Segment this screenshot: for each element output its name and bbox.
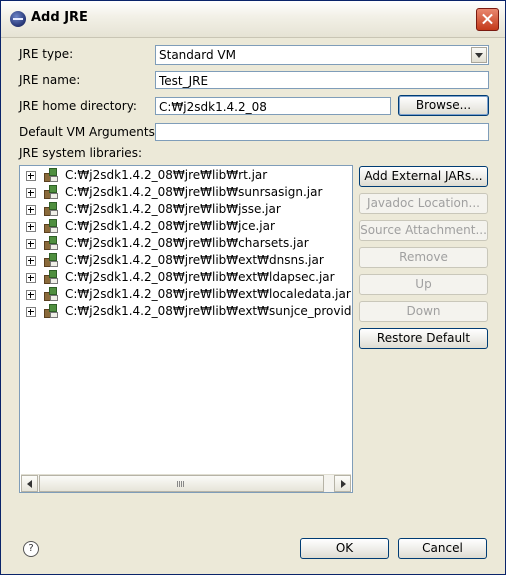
tree-expander-plus-icon[interactable] bbox=[26, 222, 36, 232]
library-path: C:₩j2sdk1.4.2_08₩jre₩lib₩rt.jar bbox=[65, 168, 268, 182]
cancel-button[interactable]: Cancel bbox=[398, 538, 487, 559]
javadoc-location-button[interactable]: Javadoc Location... bbox=[359, 193, 488, 214]
jar-library-icon bbox=[44, 185, 58, 199]
jar-library-icon bbox=[44, 253, 58, 267]
jar-library-icon bbox=[44, 168, 58, 182]
libraries-label: JRE system libraries: bbox=[19, 146, 142, 160]
source-attachment-button[interactable]: Source Attachment... bbox=[359, 220, 488, 241]
vm-args-label: Default VM Arguments: bbox=[19, 125, 159, 139]
library-path: C:₩j2sdk1.4.2_08₩jre₩lib₩jce.jar bbox=[65, 219, 275, 233]
jre-home-input[interactable]: C:₩j2sdk1.4.2_08 bbox=[155, 97, 391, 115]
jar-library-icon bbox=[44, 202, 58, 216]
jar-library-icon bbox=[44, 270, 58, 284]
tree-expander-plus-icon[interactable] bbox=[26, 188, 36, 198]
tree-expander-plus-icon[interactable] bbox=[26, 307, 36, 317]
remove-button[interactable]: Remove bbox=[359, 247, 488, 268]
tree-expander-plus-icon[interactable] bbox=[26, 273, 36, 283]
library-path: C:₩j2sdk1.4.2_08₩jre₩lib₩sunrsasign.jar bbox=[65, 185, 323, 199]
vm-args-input[interactable] bbox=[155, 123, 489, 141]
horizontal-scrollbar[interactable] bbox=[21, 474, 351, 492]
jre-type-value: Standard VM bbox=[159, 48, 236, 62]
ok-button[interactable]: OK bbox=[300, 538, 389, 559]
add-external-jars-button[interactable]: Add External JARs... bbox=[359, 166, 488, 187]
scroll-left-icon[interactable] bbox=[21, 475, 38, 492]
library-path: C:₩j2sdk1.4.2_08₩jre₩lib₩ext₩ldapsec.jar bbox=[65, 270, 335, 284]
up-button[interactable]: Up bbox=[359, 274, 488, 295]
tree-expander-plus-icon[interactable] bbox=[26, 256, 36, 266]
jre-name-label: JRE name: bbox=[19, 73, 81, 87]
close-button[interactable] bbox=[476, 8, 499, 31]
jre-type-label: JRE type: bbox=[19, 47, 74, 61]
jre-name-input[interactable]: Test_JRE bbox=[155, 71, 489, 89]
eclipse-icon bbox=[10, 11, 26, 27]
add-jre-dialog: Add JRE JRE type: Standard VM JRE name: … bbox=[0, 0, 506, 575]
tree-expander-plus-icon[interactable] bbox=[26, 171, 36, 181]
chevron-down-icon[interactable] bbox=[471, 47, 487, 63]
library-path: C:₩j2sdk1.4.2_08₩jre₩lib₩ext₩dnsns.jar bbox=[65, 253, 324, 267]
library-path: C:₩j2sdk1.4.2_08₩jre₩lib₩charsets.jar bbox=[65, 236, 309, 250]
jar-library-icon bbox=[44, 219, 58, 233]
browse-button[interactable]: Browse... bbox=[398, 95, 489, 116]
tree-expander-plus-icon[interactable] bbox=[26, 239, 36, 249]
dialog-title: Add JRE bbox=[31, 10, 88, 25]
tree-expander-plus-icon[interactable] bbox=[26, 205, 36, 215]
libraries-tree[interactable]: C:₩j2sdk1.4.2_08₩jre₩lib₩rt.jar C:₩j2sdk… bbox=[19, 165, 353, 493]
jre-type-select[interactable]: Standard VM bbox=[155, 45, 489, 65]
down-button[interactable]: Down bbox=[359, 301, 488, 322]
scroll-thumb[interactable] bbox=[39, 475, 324, 492]
library-path: C:₩j2sdk1.4.2_08₩jre₩lib₩jsse.jar bbox=[65, 202, 281, 216]
help-icon[interactable]: ? bbox=[23, 541, 39, 557]
scroll-right-icon[interactable] bbox=[334, 475, 351, 492]
tree-expander-plus-icon[interactable] bbox=[26, 290, 36, 300]
jar-library-icon bbox=[44, 287, 58, 301]
jar-library-icon bbox=[44, 236, 58, 250]
library-path: C:₩j2sdk1.4.2_08₩jre₩lib₩ext₩localedata.… bbox=[65, 287, 351, 301]
title-bar[interactable]: Add JRE bbox=[1, 1, 505, 38]
jar-library-icon bbox=[44, 304, 58, 318]
library-path: C:₩j2sdk1.4.2_08₩jre₩lib₩ext₩sunjce_prov… bbox=[65, 304, 353, 318]
restore-default-button[interactable]: Restore Default bbox=[359, 328, 488, 349]
jre-home-label: JRE home directory: bbox=[19, 99, 137, 113]
